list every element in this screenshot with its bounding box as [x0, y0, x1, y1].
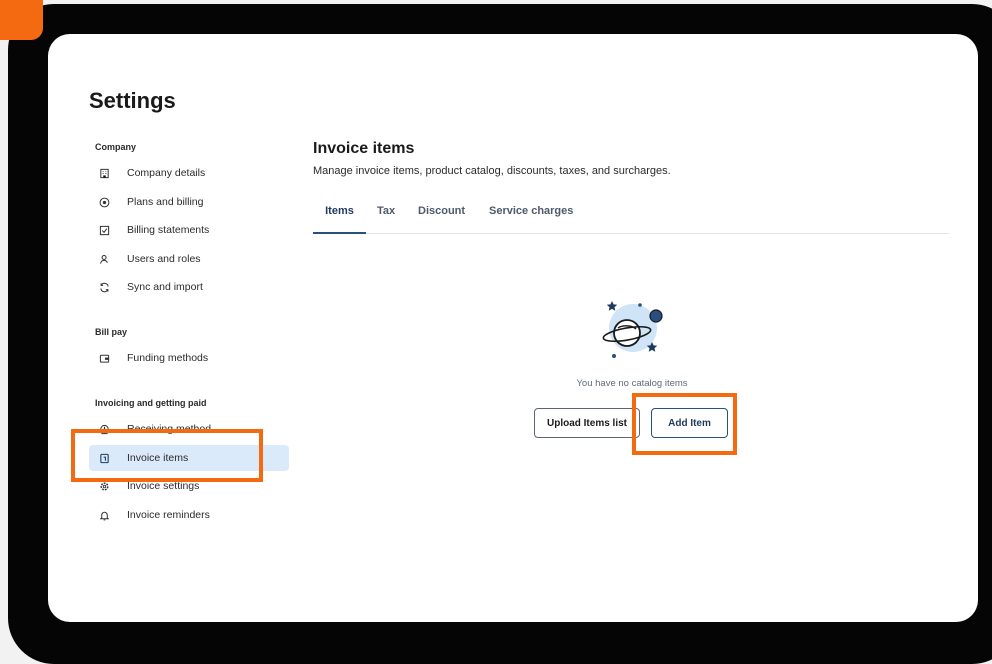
- building-icon: [97, 166, 111, 180]
- section-subtitle: Manage invoice items, product catalog, d…: [313, 165, 671, 177]
- section-title: Invoice items: [313, 140, 415, 157]
- sidebar-item-label: Sync and import: [127, 281, 203, 293]
- statement-icon: [97, 223, 111, 237]
- tab-discount[interactable]: Discount: [418, 197, 465, 232]
- bell-icon: [97, 508, 111, 522]
- sidebar-item-sync-and-import[interactable]: Sync and import: [89, 274, 289, 300]
- sidebar-item-label: Plans and billing: [127, 196, 204, 208]
- section-label-invoicing: Invoicing and getting paid: [95, 398, 207, 408]
- highlight-box-invoice-items: [71, 429, 263, 482]
- upload-items-list-button[interactable]: Upload Items list: [534, 408, 640, 438]
- sidebar-item-label: Invoice reminders: [127, 509, 210, 521]
- planet-stars-illustration: [602, 301, 663, 358]
- sidebar-item-invoice-reminders[interactable]: Invoice reminders: [89, 502, 289, 528]
- tab-bar: Items Tax Discount Service charges: [313, 197, 949, 234]
- sidebar-item-label: Billing statements: [127, 224, 210, 236]
- tab-tax[interactable]: Tax: [377, 197, 395, 232]
- tab-items[interactable]: Items: [313, 197, 366, 234]
- star-circle-icon: [97, 195, 111, 209]
- wallet-icon: [97, 351, 111, 365]
- tab-service-charges[interactable]: Service charges: [489, 197, 573, 232]
- sidebar-item-company-details[interactable]: Company details: [89, 160, 289, 186]
- sidebar-item-users-and-roles[interactable]: Users and roles: [89, 246, 289, 272]
- sidebar-item-label: Users and roles: [127, 253, 201, 265]
- sidebar-item-billing-statements[interactable]: Billing statements: [89, 217, 289, 243]
- sidebar-item-plans-and-billing[interactable]: Plans and billing: [89, 189, 289, 215]
- user-icon: [97, 252, 111, 266]
- sync-icon: [97, 280, 111, 294]
- sidebar-item-label: Funding methods: [127, 352, 209, 364]
- highlight-box-add-item: [632, 393, 737, 455]
- app-screen: Settings Company Company details Plans a…: [48, 34, 978, 622]
- empty-state-message: You have no catalog items: [576, 378, 688, 389]
- section-label-company: Company: [95, 142, 137, 152]
- corner-marker: [0, 0, 43, 40]
- section-label-bill-pay: Bill pay: [95, 327, 128, 337]
- settings-sidebar: Company Company details Plans and billin…: [48, 34, 289, 622]
- sidebar-item-label: Company details: [127, 167, 206, 179]
- sidebar-item-funding-methods[interactable]: Funding methods: [89, 345, 289, 371]
- tablet-bezel: Settings Company Company details Plans a…: [8, 4, 992, 664]
